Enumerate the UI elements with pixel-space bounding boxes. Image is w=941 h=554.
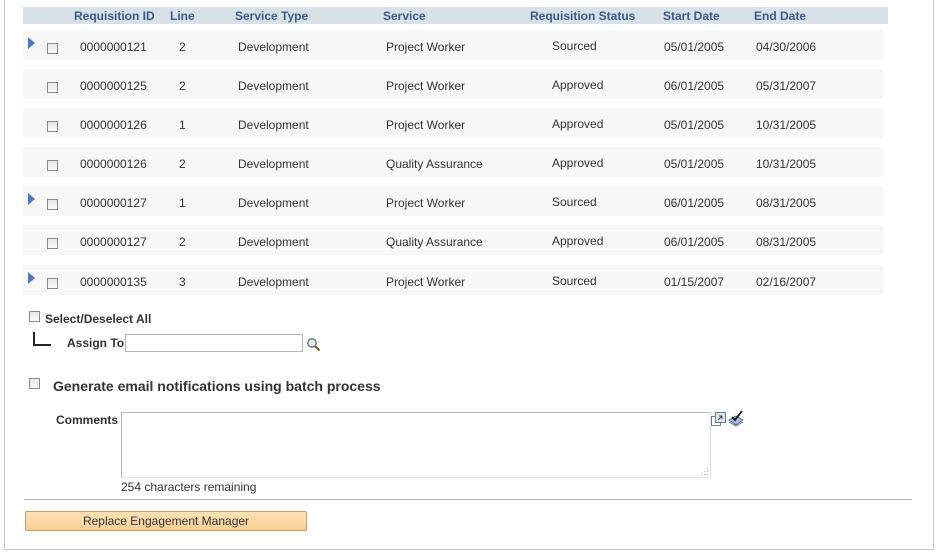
email-batch-checkbox[interactable]	[29, 378, 40, 389]
cell-end-date: 10/31/2005	[756, 118, 817, 132]
cell-end-date: 08/31/2005	[756, 235, 817, 249]
cell-service-type: Development	[238, 235, 309, 249]
cell-service: Quality Assurance	[386, 157, 483, 171]
cell-requisition-id: 0000000127	[80, 235, 147, 249]
cell-requisition-status: Approved	[552, 234, 604, 248]
cell-service: Project Worker	[386, 196, 466, 210]
select-all-checkbox[interactable]	[29, 311, 40, 322]
table-row: 0000000126 2 Development Quality Assurance A…	[23, 147, 883, 177]
cell-service: Quality Assurance	[386, 235, 483, 249]
table-row: 0000000135 3 Development Project Worker Sour…	[23, 265, 883, 295]
cell-requisition-id: 0000000127	[80, 196, 147, 210]
cell-requisition-status: Sourced	[552, 195, 597, 209]
column-header-end-date[interactable]: End Date	[754, 9, 806, 23]
comments-textarea[interactable]	[121, 412, 711, 478]
cell-line: 1	[179, 118, 186, 132]
row-select-checkbox[interactable]	[47, 199, 58, 210]
comments-label: Comments	[56, 413, 119, 427]
expand-textarea-icon[interactable]	[711, 412, 726, 427]
row-select-checkbox[interactable]	[47, 160, 58, 171]
elbow-connector-icon	[33, 332, 51, 346]
cell-service: Project Worker	[386, 40, 466, 54]
expand-row-icon[interactable]	[28, 37, 35, 49]
spell-check-icon[interactable]	[727, 410, 744, 428]
cell-service: Project Worker	[386, 275, 466, 289]
column-header-requisition-status[interactable]: Requisition Status	[530, 9, 635, 23]
cell-start-date: 06/01/2005	[664, 235, 725, 249]
cell-service-type: Development	[238, 275, 309, 289]
cell-service: Project Worker	[386, 118, 466, 132]
cell-requisition-id: 0000000135	[80, 275, 147, 289]
table-row: 0000000121 2 Development Project Worker Sour…	[23, 30, 883, 60]
resize-grip-icon[interactable]	[700, 467, 709, 476]
cell-line: 2	[179, 79, 186, 93]
cell-line: 1	[179, 196, 186, 210]
column-header-start-date[interactable]: Start Date	[663, 9, 720, 23]
cell-start-date: 01/15/2007	[664, 275, 725, 289]
replace-engagement-manager-button[interactable]: Replace Engagement Manager	[25, 511, 307, 531]
cell-service-type: Development	[238, 157, 309, 171]
cell-requisition-id: 0000000126	[80, 118, 147, 132]
cell-start-date: 05/01/2005	[664, 40, 725, 54]
row-select-checkbox[interactable]	[47, 238, 58, 249]
cell-service-type: Development	[238, 79, 309, 93]
table-row: 0000000127 2 Development Quality Assurance A…	[23, 225, 883, 255]
cell-requisition-status: Approved	[552, 156, 604, 170]
column-header-service[interactable]: Service	[383, 9, 426, 23]
cell-requisition-status: Approved	[552, 78, 604, 92]
expand-row-icon[interactable]	[28, 272, 35, 284]
cell-end-date: 10/31/2005	[756, 157, 817, 171]
cell-end-date: 05/31/2007	[756, 79, 817, 93]
cell-line: 2	[179, 157, 186, 171]
cell-start-date: 06/01/2005	[664, 79, 725, 93]
cell-requisition-status: Sourced	[552, 39, 597, 53]
grid-header: Requisition ID Line Service Type Service…	[23, 7, 888, 24]
cell-line: 2	[179, 40, 186, 54]
cell-service-type: Development	[238, 40, 309, 54]
characters-remaining: 254 characters remaining	[121, 480, 257, 494]
row-select-checkbox[interactable]	[47, 278, 58, 289]
email-batch-label: Generate email notifications using batch…	[53, 378, 381, 394]
row-select-checkbox[interactable]	[47, 82, 58, 93]
cell-service: Project Worker	[386, 79, 466, 93]
cell-start-date: 06/01/2005	[664, 196, 725, 210]
cell-service-type: Development	[238, 118, 309, 132]
table-row: 0000000127 1 Development Project Worker Sour…	[23, 186, 883, 216]
assign-to-label: Assign To	[67, 336, 125, 350]
table-row: 0000000126 1 Development Project Worker Appr…	[23, 108, 883, 138]
cell-service-type: Development	[238, 196, 309, 210]
assign-to-input[interactable]	[125, 334, 303, 352]
column-header-line[interactable]: Line	[170, 9, 195, 23]
cell-requisition-id: 0000000126	[80, 157, 147, 171]
cell-start-date: 05/01/2005	[664, 118, 725, 132]
table-row: 0000000125 2 Development Project Worker Appr…	[23, 69, 883, 99]
expand-row-icon[interactable]	[28, 193, 35, 205]
cell-line: 3	[179, 275, 186, 289]
cell-end-date: 02/16/2007	[756, 275, 817, 289]
divider	[24, 499, 912, 500]
row-select-checkbox[interactable]	[47, 121, 58, 132]
cell-end-date: 04/30/2006	[756, 40, 817, 54]
cell-requisition-id: 0000000125	[80, 79, 147, 93]
cell-line: 2	[179, 235, 186, 249]
cell-end-date: 08/31/2005	[756, 196, 817, 210]
column-header-service-type[interactable]: Service Type	[235, 9, 308, 23]
select-all-label: Select/Deselect All	[45, 312, 152, 326]
cell-start-date: 05/01/2005	[664, 157, 725, 171]
cell-requisition-status: Sourced	[552, 274, 597, 288]
row-select-checkbox[interactable]	[47, 43, 58, 54]
cell-requisition-status: Approved	[552, 117, 604, 131]
lookup-search-icon[interactable]	[306, 337, 321, 352]
cell-requisition-id: 0000000121	[80, 40, 147, 54]
column-header-requisition-id[interactable]: Requisition ID	[74, 9, 155, 23]
